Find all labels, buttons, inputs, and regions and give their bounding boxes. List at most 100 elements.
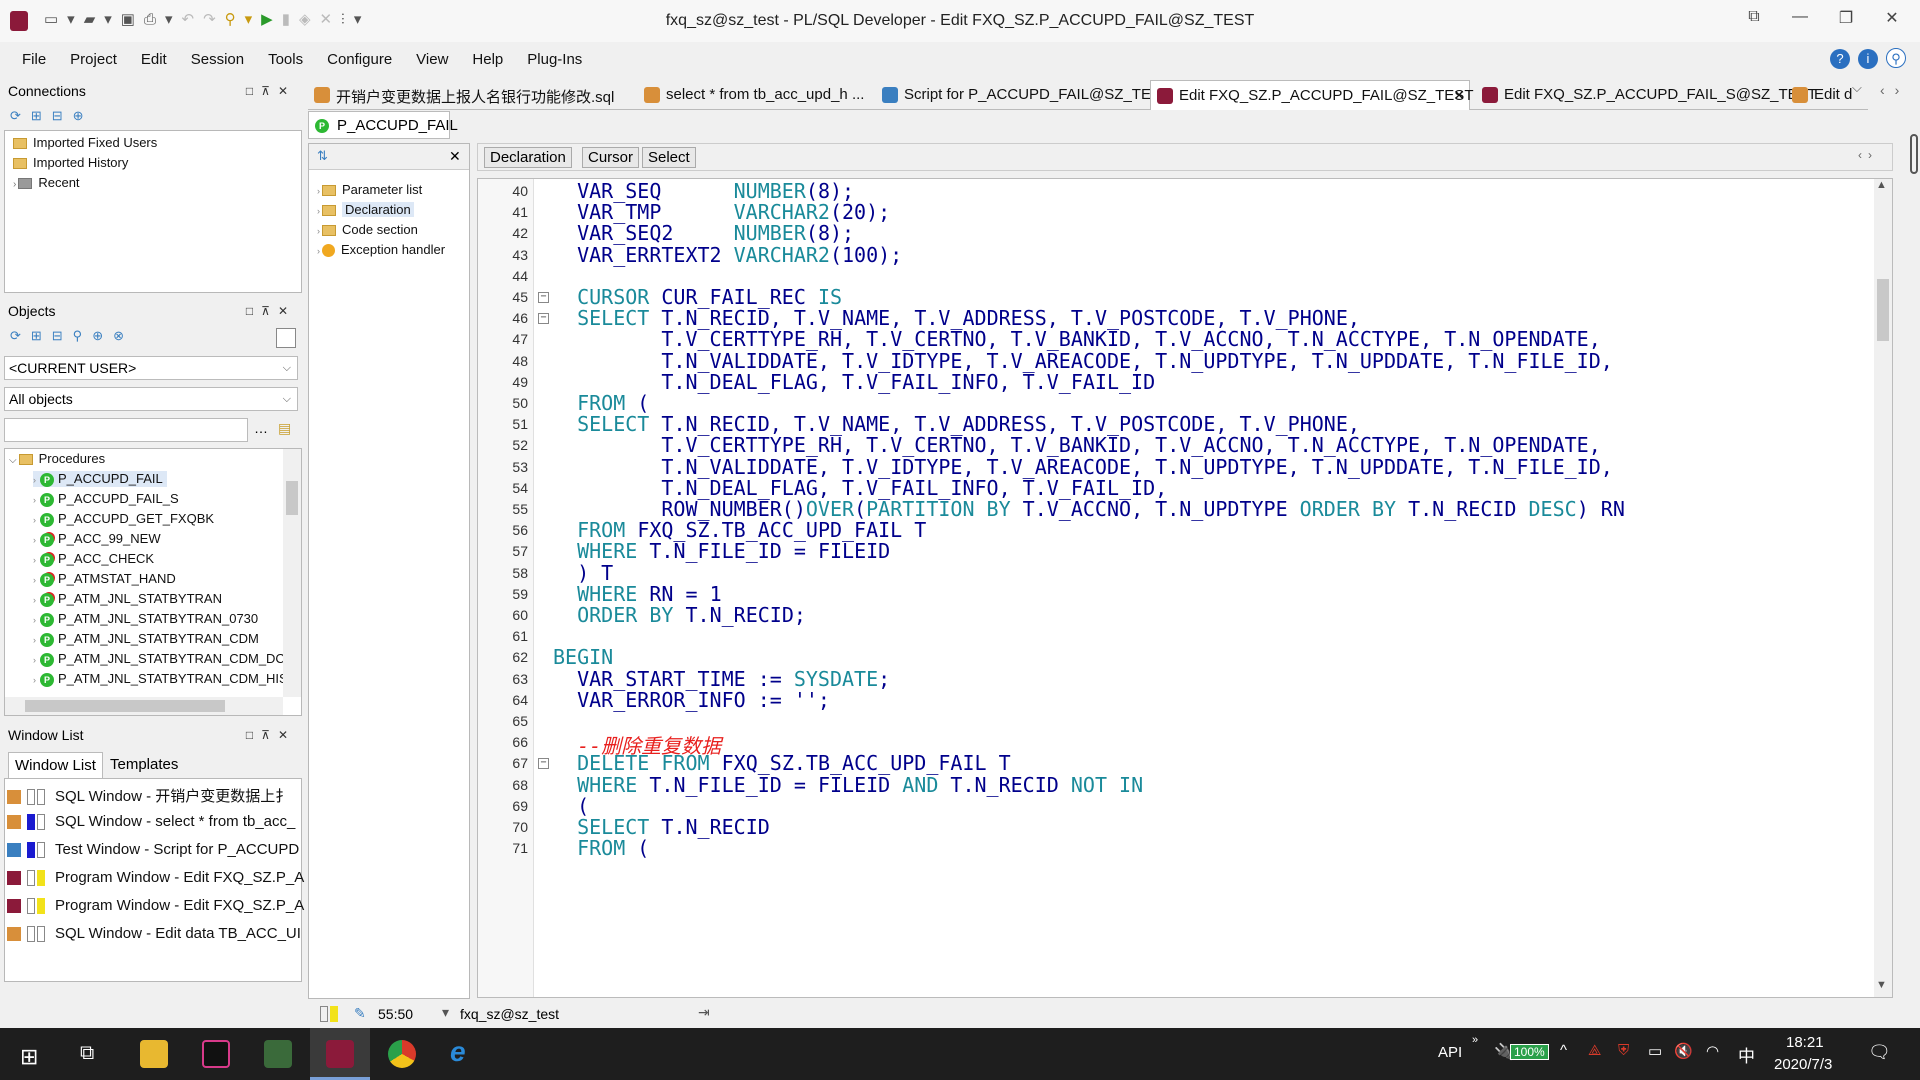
search-help-icon[interactable]: ⚲: [1886, 48, 1906, 68]
code-vscrollbar[interactable]: ▲ ▼: [1874, 179, 1892, 997]
maximize-button[interactable]: ❐: [1826, 8, 1866, 34]
show-hidden-icons[interactable]: ^: [1560, 1042, 1567, 1059]
code-editor[interactable]: 40 VAR_SEQ NUMBER(8); 41 VAR_TMP VARCHAR2…: [477, 178, 1893, 998]
undo-icon[interactable]: ↶: [182, 11, 204, 28]
tab-scroll-icons[interactable]: ‹›: [1880, 82, 1909, 98]
tree-item-proc[interactable]: › P P_ATM_JNL_STATBYTRAN: [33, 591, 222, 607]
scroll-thumb[interactable]: [25, 700, 225, 712]
rollback-icon[interactable]: ✕: [320, 11, 342, 28]
list-item[interactable]: SQL Window - 开销户变更数据上扌: [7, 785, 290, 806]
scroll-down-icon[interactable]: ▼: [1876, 979, 1887, 991]
notifications-icon[interactable]: 🗨: [1868, 1042, 1891, 1063]
fold-toggle-icon[interactable]: −: [538, 292, 549, 303]
menu-file[interactable]: File: [10, 51, 58, 68]
code-line[interactable]: 71 FROM (: [478, 836, 1878, 862]
tab-edit-data[interactable]: Edit d: [1786, 80, 1858, 110]
screen-tool-icon[interactable]: [248, 1028, 308, 1080]
new-icon[interactable]: ▭▾: [44, 11, 84, 28]
object-search-input[interactable]: [4, 418, 248, 442]
tree-item-proc[interactable]: › P P_ATM_JNL_STATBYTRAN_CDM_DC02: [33, 651, 299, 667]
tab-list-dropdown-icon[interactable]: ⌵: [1852, 80, 1862, 96]
objects-vscrollbar[interactable]: [283, 449, 301, 697]
menu-edit[interactable]: Edit: [129, 51, 179, 68]
outline-code-section[interactable]: › Code section: [317, 222, 418, 237]
outline-declaration[interactable]: › Declaration: [317, 202, 414, 217]
list-item[interactable]: Test Window - Script for P_ACCUPD: [7, 841, 299, 859]
tree-item-recent[interactable]: › Recent: [13, 175, 80, 190]
tab-window-list[interactable]: Window List: [8, 752, 103, 778]
volume-icon[interactable]: 🔇: [1674, 1042, 1693, 1060]
open-icon[interactable]: ▰▾: [84, 11, 121, 28]
user-combo[interactable]: <CURRENT USER> ⌵: [4, 356, 298, 380]
tree-item-history[interactable]: Imported History: [13, 155, 128, 170]
filter-toggle[interactable]: [276, 328, 296, 348]
tree-item-proc[interactable]: › P P_ATM_JNL_STATBYTRAN_0730: [33, 611, 258, 627]
list-item[interactable]: Program Window - Edit FXQ_SZ.P_A: [7, 897, 304, 915]
close-outline-icon[interactable]: ✕: [449, 148, 461, 165]
program-subtab[interactable]: P P_ACCUPD_FAIL: [308, 111, 458, 139]
editor-splitter-icon[interactable]: [1910, 134, 1918, 174]
clock-time[interactable]: 18:21: [1786, 1034, 1824, 1051]
help-icon[interactable]: ?: [1830, 49, 1850, 69]
tab-sql-select[interactable]: select * from tb_acc_upd_h ...: [638, 80, 870, 110]
save-icon[interactable]: ▣: [121, 11, 144, 28]
fold-toggle-icon[interactable]: −: [538, 758, 549, 770]
intellij-icon[interactable]: [186, 1028, 246, 1080]
tree-item-proc[interactable]: › P P_ACCUPD_FAIL_S: [33, 491, 179, 507]
plsql-developer-icon[interactable]: [310, 1028, 370, 1080]
tree-item-proc[interactable]: › P P_ACC_99_NEW: [33, 531, 161, 547]
task-view-icon[interactable]: ⧉: [60, 1028, 120, 1080]
print-icon[interactable]: ⎙▾: [144, 11, 182, 28]
commit-icon[interactable]: ◈: [299, 11, 320, 28]
objects-toolbar[interactable]: ⟳⊞⊟⚲⊕⊗: [10, 328, 134, 344]
outline-parameter-list[interactable]: › Parameter list: [317, 182, 422, 197]
objects-hscrollbar[interactable]: [5, 697, 283, 715]
list-item[interactable]: SQL Window - Edit data TB_ACC_UI: [7, 925, 301, 943]
tab-sql-window[interactable]: 开销户变更数据上报人名银行功能修改.sql: [308, 80, 620, 110]
fold-toggle-icon[interactable]: −: [538, 313, 549, 325]
tree-item-proc[interactable]: › P P_ACCUPD_FAIL: [33, 471, 167, 487]
redo-icon[interactable]: ↷: [203, 11, 225, 28]
scroll-thumb[interactable]: [286, 481, 298, 515]
tree-folder-procedures[interactable]: ⌵ Procedures: [9, 451, 105, 466]
find-icon[interactable]: ⚲▾: [225, 11, 262, 28]
tray-expand-icon[interactable]: »: [1472, 1034, 1478, 1046]
close-tab-icon[interactable]: ✕: [1453, 87, 1465, 104]
tree-item-proc[interactable]: › P P_ACCUPD_GET_FXQBK: [33, 511, 214, 527]
close-button[interactable]: ✕: [1872, 8, 1912, 34]
menu-plugins[interactable]: Plug-Ins: [515, 51, 594, 68]
wifi-icon[interactable]: ◠: [1706, 1042, 1719, 1060]
battery-icon[interactable]: ▭: [1648, 1042, 1662, 1060]
nav-declaration[interactable]: Declaration: [484, 147, 572, 168]
menu-view[interactable]: View: [404, 51, 460, 68]
list-item[interactable]: Program Window - Edit FXQ_SZ.P_A: [7, 869, 304, 887]
ie-icon[interactable]: e: [434, 1028, 494, 1080]
minimize-button[interactable]: —: [1780, 8, 1820, 34]
restore-layout-icon[interactable]: ⧉: [1734, 8, 1774, 34]
tree-item-proc[interactable]: › P P_ATM_JNL_STATBYTRAN_CDM: [33, 631, 259, 647]
object-type-combo[interactable]: All objects ⌵: [4, 387, 298, 411]
tab-templates[interactable]: Templates: [104, 752, 184, 777]
search-more-button[interactable]: …: [254, 420, 268, 436]
tree-item-proc[interactable]: › P P_ATM_JNL_STATBYTRAN_CDM_HIS: [33, 671, 288, 687]
panel-buttons[interactable]: □⊼✕: [246, 80, 296, 102]
nav-cursor[interactable]: Cursor: [582, 147, 640, 168]
chrome-icon[interactable]: [372, 1028, 432, 1080]
info-icon[interactable]: i: [1858, 49, 1878, 69]
outline-exception-handler[interactable]: › Exception handler: [317, 242, 445, 258]
nav-scroll-icons[interactable]: ‹›: [1858, 148, 1878, 162]
file-explorer-icon[interactable]: [124, 1028, 184, 1080]
status-connection[interactable]: fxq_sz@sz_test: [460, 1006, 559, 1022]
connections-toolbar[interactable]: ⟳⊞⊟⊕: [10, 108, 94, 124]
toolbar-more-icon[interactable]: ▾: [354, 11, 371, 28]
app-tray-icon[interactable]: ⟁: [1588, 1042, 1601, 1059]
pin-icon[interactable]: ⇥: [698, 1004, 710, 1021]
tree-item-proc[interactable]: › P P_ACC_CHECK: [33, 551, 154, 567]
tree-item-proc[interactable]: › P P_ATMSTAT_HAND: [33, 571, 176, 587]
sort-icon[interactable]: ⇅: [317, 148, 328, 164]
list-item[interactable]: SQL Window - select * from tb_acc_: [7, 813, 295, 831]
menu-help[interactable]: Help: [460, 51, 515, 68]
execute-icon[interactable]: ▶: [261, 11, 282, 28]
new-object-icon[interactable]: ▤: [278, 420, 291, 437]
menu-project[interactable]: Project: [58, 51, 129, 68]
